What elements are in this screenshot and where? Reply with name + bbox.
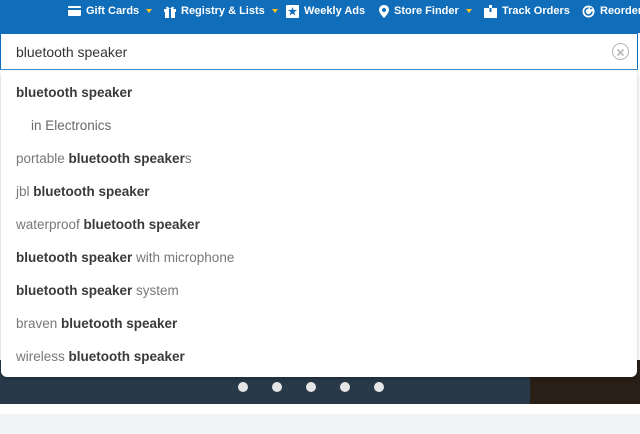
carousel-dot[interactable] — [374, 382, 384, 392]
top-nav-bar: Gift Cards Registry & Lists Weekly Ads S… — [0, 0, 640, 33]
nav-registry-lists[interactable]: Registry & Lists — [164, 0, 278, 22]
carousel-dot[interactable] — [272, 382, 282, 392]
carousel-dots — [238, 382, 384, 392]
clear-search-button[interactable] — [612, 43, 629, 60]
suggestion-item[interactable]: wireless bluetooth speaker — [16, 340, 185, 373]
suggestion-category-item[interactable]: in Electronics — [31, 109, 111, 142]
suggestion-item[interactable]: bluetooth speaker with microphone — [16, 241, 234, 274]
package-icon — [484, 4, 497, 18]
chevron-down-icon — [146, 9, 153, 13]
nav-gift-cards[interactable]: Gift Cards — [68, 0, 153, 22]
carousel-dot[interactable] — [238, 382, 248, 392]
nav-label: Registry & Lists — [181, 5, 265, 17]
nav-track-orders[interactable]: Track Orders — [484, 0, 570, 22]
nav-label: Weekly Ads — [304, 5, 366, 17]
chevron-down-icon — [271, 9, 278, 13]
location-pin-icon — [379, 4, 389, 18]
gift-icon — [164, 5, 176, 18]
suggestion-item[interactable]: braven bluetooth speaker — [16, 307, 177, 340]
carousel-dot[interactable] — [306, 382, 316, 392]
weekly-ad-icon — [286, 4, 299, 18]
nav-label: Track Orders — [502, 5, 570, 17]
nav-label: Reorder — [600, 5, 640, 17]
nav-weekly-ads[interactable]: Weekly Ads — [286, 0, 365, 22]
search-bar — [0, 33, 638, 70]
gift-card-icon — [68, 6, 81, 16]
nav-label: Store Finder — [394, 5, 459, 17]
suggestion-item[interactable]: bluetooth speaker system — [16, 274, 179, 307]
nav-reorder[interactable]: Reorder — [582, 0, 640, 22]
reorder-icon — [582, 5, 595, 18]
nav-store-finder[interactable]: Store Finder — [379, 0, 472, 22]
carousel-dot[interactable] — [340, 382, 350, 392]
search-suggestions-dropdown: bluetooth speaker in Electronics portabl… — [1, 71, 637, 377]
search-input[interactable] — [16, 34, 596, 69]
close-icon — [616, 43, 625, 61]
chevron-down-icon — [465, 9, 472, 13]
suggestion-item[interactable]: jbl bluetooth speaker — [16, 175, 150, 208]
suggestion-item[interactable]: bluetooth speaker — [16, 76, 132, 109]
suggestion-item[interactable]: waterproof bluetooth speaker — [16, 208, 200, 241]
suggestion-item[interactable]: portable bluetooth speakers — [16, 142, 192, 175]
nav-label: Gift Cards — [86, 5, 140, 17]
content-strip — [0, 414, 640, 434]
